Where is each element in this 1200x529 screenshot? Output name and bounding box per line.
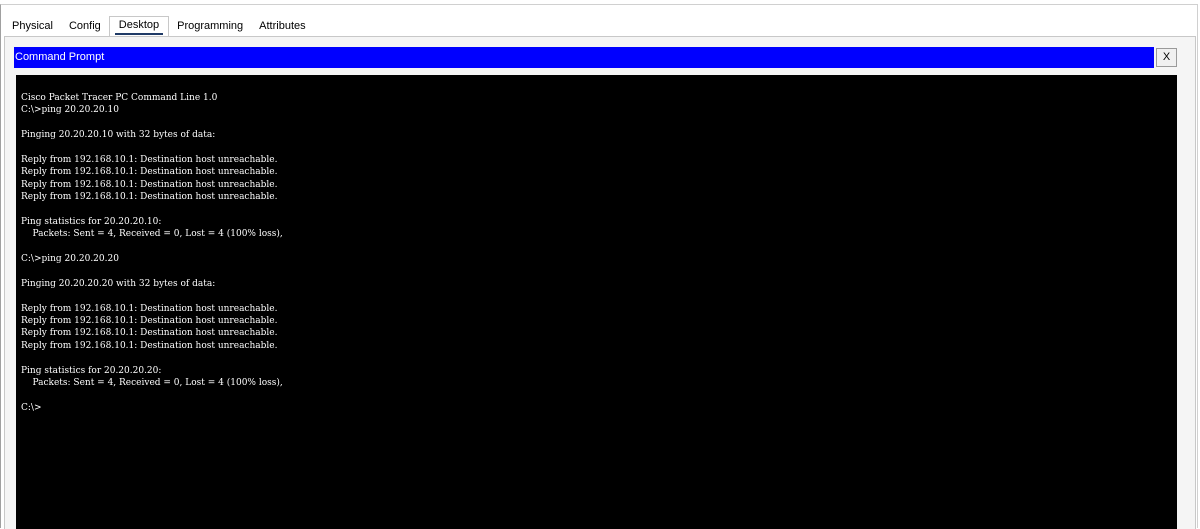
terminal-line: Reply from 192.168.10.1: Destination hos… xyxy=(21,179,278,190)
terminal-line: Reply from 192.168.10.1: Destination hos… xyxy=(21,154,278,165)
terminal-line: Pinging 20.20.20.20 with 32 bytes of dat… xyxy=(21,278,216,289)
tab-desktop[interactable]: Desktop xyxy=(108,16,170,36)
terminal-line: C:\> xyxy=(21,402,42,413)
close-button[interactable]: X xyxy=(1156,48,1177,67)
terminal-line: Reply from 192.168.10.1: Destination hos… xyxy=(21,192,278,203)
tab-programming[interactable]: Programming xyxy=(169,17,251,36)
terminal-line: Reply from 192.168.10.1: Destination hos… xyxy=(21,340,278,351)
command-prompt-title: Command Prompt xyxy=(14,47,1154,68)
command-prompt-terminal[interactable]: Cisco Packet Tracer PC Command Line 1.0 C… xyxy=(16,75,1177,529)
terminal-line: Reply from 192.168.10.1: Destination hos… xyxy=(21,328,278,339)
terminal-line: Pinging 20.20.20.10 with 32 bytes of dat… xyxy=(21,130,216,141)
packet-tracer-pc-window: Physical Config Desktop Programming Attr… xyxy=(0,0,1200,529)
tab-physical[interactable]: Physical xyxy=(4,17,61,36)
terminal-line: Ping statistics for 20.20.20.20: xyxy=(21,365,162,376)
terminal-line: Cisco Packet Tracer PC Command Line 1.0 xyxy=(21,93,218,103)
terminal-line: Reply from 192.168.10.1: Destination hos… xyxy=(21,316,278,327)
tab-config[interactable]: Config xyxy=(61,17,109,36)
device-tab-bar: Physical Config Desktop Programming Attr… xyxy=(4,16,314,36)
terminal-line: Reply from 192.168.10.1: Destination hos… xyxy=(21,167,278,178)
terminal-line: Packets: Sent = 4, Received = 0, Lost = … xyxy=(21,229,283,240)
terminal-line: C:\>ping 20.20.20.20 xyxy=(21,254,119,265)
terminal-line: Packets: Sent = 4, Received = 0, Lost = … xyxy=(21,377,283,388)
terminal-line: Reply from 192.168.10.1: Destination hos… xyxy=(21,303,278,314)
terminal-line: Ping statistics for 20.20.20.10: xyxy=(21,216,162,227)
terminal-line: C:\>ping 20.20.20.10 xyxy=(21,105,119,116)
tab-attributes[interactable]: Attributes xyxy=(251,17,313,36)
